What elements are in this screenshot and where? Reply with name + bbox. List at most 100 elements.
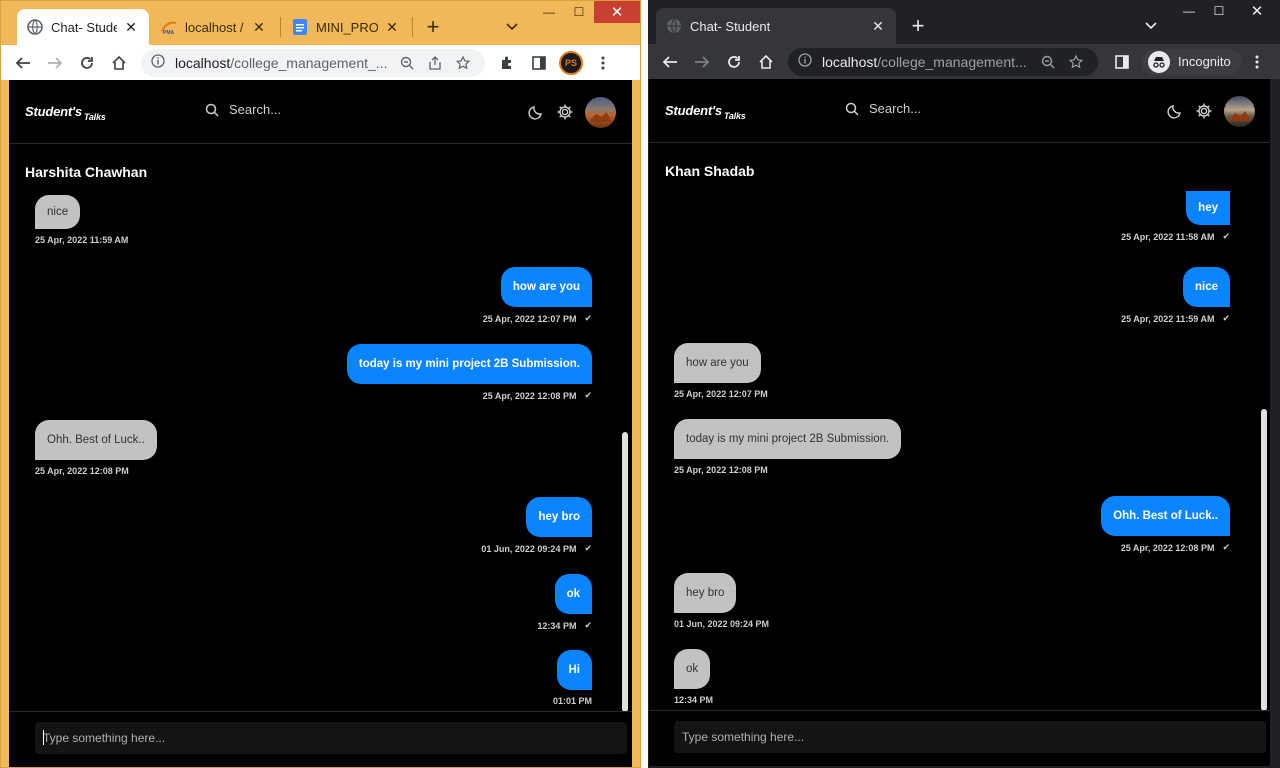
message-timestamp: 25 Apr, 2022 12:08 PM [674,465,768,475]
svg-text:PMA: PMA [163,30,175,35]
close-tab-icon[interactable]: ✕ [123,19,139,36]
moon-icon[interactable] [526,102,546,122]
moon-icon[interactable] [1165,101,1185,121]
close-window-icon[interactable]: ✕ [1234,0,1280,22]
home-icon[interactable] [750,48,782,76]
app-header: Student's Talks Search... [649,79,1270,143]
minimize-icon[interactable]: — [534,1,564,23]
search-icon [205,103,219,117]
kebab-menu-icon[interactable] [1241,48,1273,76]
url-text: localhost/college_management... [822,53,1027,70]
home-icon[interactable] [103,49,135,77]
tab-label: Chat- Student [690,18,771,34]
message-list: hey 25 Apr, 2022 11:58 AM ✔ nice 25 Apr, … [649,191,1270,711]
message-incoming: Ohh. Best of Luck.. 25 Apr, 2022 12:08 P… [35,420,157,476]
zoom-icon[interactable] [1034,55,1062,69]
tab-search-chevron-icon[interactable] [498,13,526,41]
new-tab-icon[interactable]: + [419,13,447,41]
close-window-icon[interactable]: ✕ [594,1,640,23]
tab-phpmyadmin[interactable]: PMA localhost / 1 ✕ [151,9,277,45]
tab-mini-project[interactable]: MINI_PROJECT ✕ [282,9,410,45]
message-incoming: ok 12:34 PM [674,649,713,705]
message-outgoing: today is my mini project 2B Submission. … [346,344,592,401]
close-tab-icon[interactable]: ✕ [384,19,400,36]
check-icon: ✔ [584,313,592,323]
message-timestamp: 25 Apr, 2022 11:59 AM [35,235,129,245]
user-avatar[interactable] [585,97,616,128]
message-bubble: nice [35,195,81,229]
tab-label: Chat- Student [51,19,117,35]
search-box[interactable]: Search... [205,102,281,117]
message-bubble: ok [674,649,711,689]
app-header: Student's Talks Search... [9,80,632,144]
maximize-icon[interactable]: ☐ [564,1,594,23]
reload-icon[interactable] [71,49,103,77]
incognito-indicator[interactable]: Incognito [1142,48,1241,75]
close-tab-icon[interactable]: ✕ [870,18,886,35]
message-composer [649,710,1270,766]
forward-arrow-icon[interactable] [686,48,718,76]
close-tab-icon[interactable]: ✕ [251,19,267,36]
search-icon [845,102,859,116]
gear-icon[interactable] [1194,101,1214,121]
gear-icon[interactable] [555,102,575,122]
tab-chat-student[interactable]: Chat- Student ✕ [656,8,896,44]
share-icon[interactable] [421,55,449,70]
info-icon[interactable] [798,53,812,70]
message-incoming: hey bro 01 Jun, 2022 09:24 PM [674,573,769,629]
message-timestamp: 12:34 PM ✔ [537,620,592,631]
message-bubble: ok [554,574,592,614]
bookmark-star-icon[interactable] [1062,54,1090,69]
side-panel-icon[interactable] [1106,48,1138,76]
tab-label: MINI_PROJECT [316,19,378,35]
browser-toolbar: localhost/college_management... Incognit… [648,44,1280,79]
message-input[interactable] [674,721,1266,753]
chat-app: Student's Talks Search... Khan Shadab hey… [649,79,1270,766]
bookmark-star-icon[interactable] [449,55,477,70]
message-timestamp: 25 Apr, 2022 12:07 PM [674,389,768,399]
check-icon: ✔ [1222,231,1230,241]
globe-icon [666,18,682,34]
message-bubble: today is my mini project 2B Submission. [674,419,902,459]
scrollbar-thumb[interactable] [1261,409,1267,711]
contact-name: Khan Shadab [665,163,755,179]
message-timestamp: 25 Apr, 2022 11:58 AM ✔ [1121,231,1230,242]
reload-icon[interactable] [718,48,750,76]
browser-window-right: Chat- Student ✕ + — ☐ ✕ localhost/colleg… [648,0,1280,768]
profile-avatar-icon[interactable]: PS [555,49,587,77]
zoom-icon[interactable] [393,56,421,70]
message-list: nice 25 Apr, 2022 11:59 AM how are you 2… [9,192,632,712]
kebab-menu-icon[interactable] [587,49,619,77]
app-logo[interactable]: Student's Talks [665,103,746,121]
app-logo[interactable]: Student's Talks [25,104,106,122]
scrollbar-thumb[interactable] [622,432,628,712]
minimize-icon[interactable]: — [1174,0,1204,22]
search-box[interactable]: Search... [845,101,921,116]
contact-name: Harshita Chawhan [25,164,148,180]
docs-icon [292,19,308,35]
new-tab-icon[interactable]: + [904,12,932,40]
message-timestamp: 01 Jun, 2022 09:24 PM [674,619,770,629]
back-arrow-icon[interactable] [654,48,686,76]
tab-label: localhost / 1 [185,19,245,35]
message-bubble: today is my mini project 2B Submission. [346,344,592,384]
side-panel-icon[interactable] [523,49,555,77]
message-outgoing: Ohh. Best of Luck.. 25 Apr, 2022 12:08 P… [1101,496,1230,553]
phpmyadmin-icon: PMA [161,19,177,35]
forward-arrow-icon[interactable] [39,49,71,77]
address-bar[interactable]: localhost/college_management_... [141,48,485,77]
tab-search-chevron-icon[interactable] [1137,12,1165,40]
chat-app: Student's Talks Search... Harshita Chawha… [9,80,632,767]
maximize-icon[interactable]: ☐ [1204,0,1234,22]
url-text: localhost/college_management_... [175,54,388,71]
message-outgoing: ok 12:34 PM ✔ [537,574,592,631]
user-avatar[interactable] [1224,96,1255,127]
message-input[interactable] [35,722,627,754]
extensions-puzzle-icon[interactable] [491,49,523,77]
tab-chat-student[interactable]: Chat- Student ✕ [17,9,149,45]
address-bar[interactable]: localhost/college_management... [788,47,1098,76]
message-incoming: nice 25 Apr, 2022 11:59 AM [35,195,128,245]
info-icon[interactable] [151,54,165,71]
back-arrow-icon[interactable] [7,49,39,77]
search-placeholder: Search... [869,101,922,116]
